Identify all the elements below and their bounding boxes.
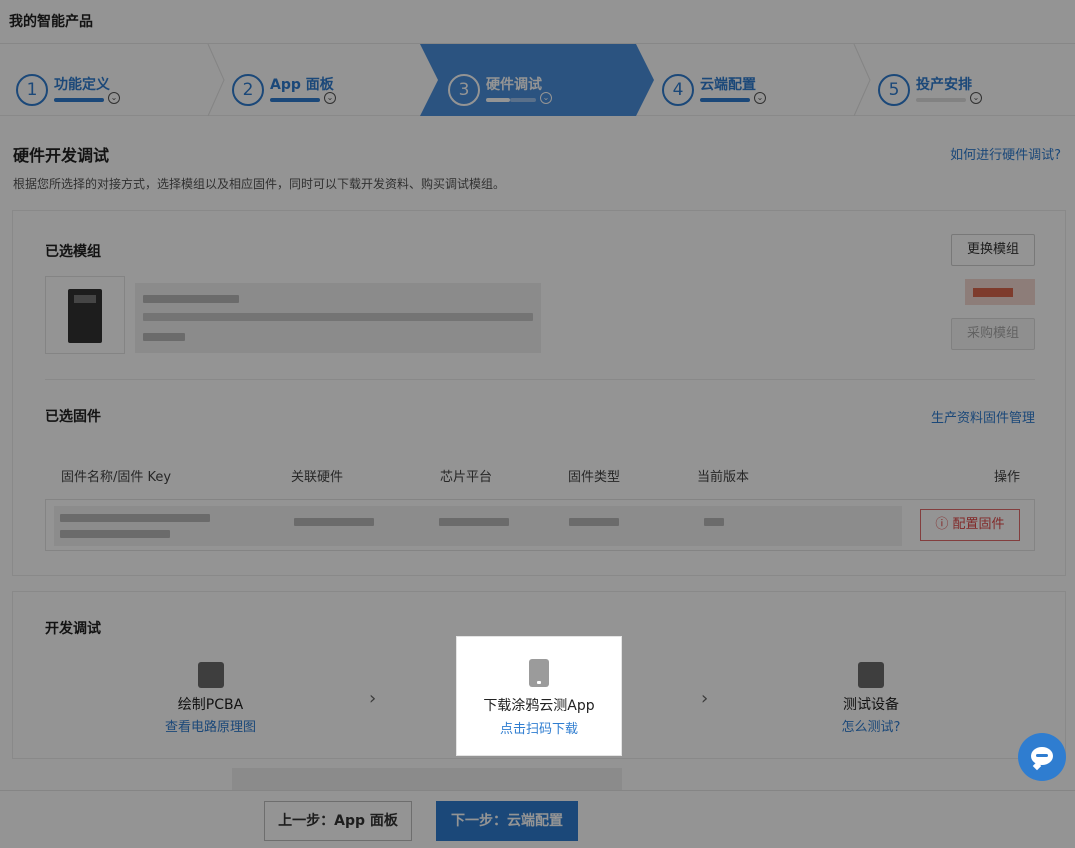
step-progress-bar [700, 98, 750, 102]
step-number: 4 [662, 74, 694, 106]
step-label: 云端配置 [700, 77, 756, 93]
dev-debug-heading: 开发调试 [45, 621, 101, 637]
firmware-manage-link[interactable]: 生产资料固件管理 [931, 407, 1035, 426]
step-5[interactable]: 5 投产安排 ⌄ [862, 44, 1062, 116]
selected-module-heading: 已选模组 [45, 244, 101, 260]
step-label: 功能定义 [54, 77, 110, 93]
chevron-down-icon[interactable]: ⌄ [754, 92, 766, 104]
top-bar: 我的智能产品 [0, 0, 1075, 44]
redacted-tooltip [232, 768, 622, 790]
step-1[interactable]: 1 功能定义 ⌄ [0, 44, 210, 116]
circuit-board-icon [197, 662, 224, 688]
tool-title: 下载涂鸦云测App [483, 698, 595, 714]
table-row: ⓘ 配置固件 [45, 499, 1035, 551]
step-number: 2 [232, 74, 264, 106]
step-label: App 面板 [270, 77, 334, 93]
change-module-button[interactable]: 更换模组 [951, 234, 1035, 266]
redacted-text [704, 518, 724, 526]
step-label: 投产安排 [916, 77, 972, 93]
configure-firmware-button[interactable]: ⓘ 配置固件 [920, 509, 1020, 541]
column-header: 关联硬件 [291, 470, 344, 485]
section-title: 硬件开发调试 [13, 146, 110, 165]
column-header: 芯片平台 [440, 470, 493, 485]
chevron-right-icon: › [701, 688, 709, 709]
tool-pcba: 绘制PCBA 查看电路原理图 [153, 662, 268, 735]
chat-support-button[interactable] [1018, 733, 1066, 781]
scan-download-link[interactable]: 点击扫码下载 [457, 718, 621, 737]
redacted-text [439, 518, 509, 526]
column-header: 固件名称/固件 Key [61, 470, 172, 485]
step-progress-bar [270, 98, 320, 102]
redacted-text [143, 295, 239, 303]
redacted-text [60, 530, 170, 538]
tool-title: 绘制PCBA [177, 697, 244, 713]
previous-step-button[interactable]: 上一步：App 面板 [264, 801, 412, 841]
step-number: 1 [16, 74, 48, 106]
page-title: 我的智能产品 [9, 14, 93, 30]
price-redacted [965, 279, 1035, 305]
page: 我的智能产品 1 功能定义 ⌄ 2 App 面板 ⌄ 3 硬件调试 ⌄ 4 云端… [0, 0, 1075, 848]
footer-bar: 上一步：App 面板 下一步：云端配置 [0, 790, 1075, 848]
step-number: 5 [878, 74, 910, 106]
selected-firmware-heading: 已选固件 [45, 409, 101, 425]
chevron-down-icon[interactable]: ⌄ [540, 92, 552, 104]
chevron-down-icon[interactable]: ⌄ [970, 92, 982, 104]
schematic-link[interactable]: 查看电路原理图 [153, 716, 268, 735]
download-app-highlight[interactable]: 下载涂鸦云测App 点击扫码下载 [456, 636, 622, 756]
module-info-redacted [135, 283, 541, 353]
step-progress-bar [486, 98, 510, 102]
chip-icon [68, 289, 102, 343]
column-header: 当前版本 [697, 470, 750, 485]
stepper: 1 功能定义 ⌄ 2 App 面板 ⌄ 3 硬件调试 ⌄ 4 云端配置 ⌄ 5 … [0, 43, 1075, 117]
next-step-button[interactable]: 下一步：云端配置 [436, 801, 578, 841]
chevron-down-icon[interactable]: ⌄ [324, 92, 336, 104]
column-header: 操作 [994, 470, 1021, 485]
how-to-test-link[interactable]: 怎么测试? [819, 716, 923, 735]
help-link[interactable]: 如何进行硬件调试? [950, 144, 1061, 163]
step-3[interactable]: 3 硬件调试 ⌄ [420, 44, 654, 116]
tool-test-device: 测试设备 怎么测试? [819, 662, 923, 735]
redacted-text [143, 333, 185, 341]
step-2[interactable]: 2 App 面板 ⌄ [216, 44, 416, 116]
step-progress-remaining [510, 98, 536, 102]
phone-icon [529, 659, 549, 687]
checklist-icon [858, 662, 884, 688]
section-description: 根据您所选择的对接方式，选择模组以及相应固件，同时可以下载开发资料、购买调试模组… [13, 177, 506, 191]
chat-bubble-icon [1031, 747, 1053, 765]
redacted-text [60, 514, 210, 522]
buy-module-button[interactable]: 采购模组 [951, 318, 1035, 350]
module-firmware-card: 已选模组 更换模组 采购模组 已选固件 生产资料固件管理 固件名称/固件 Key… [12, 210, 1066, 576]
firmware-row-redacted [54, 506, 902, 546]
step-label: 硬件调试 [486, 77, 542, 93]
divider [45, 379, 1035, 380]
chevron-right-icon: › [369, 688, 377, 709]
module-image [45, 276, 125, 354]
column-header: 固件类型 [568, 470, 621, 485]
redacted-text [143, 313, 533, 321]
chevron-down-icon[interactable]: ⌄ [108, 92, 120, 104]
tool-title: 测试设备 [843, 697, 899, 713]
step-number: 3 [448, 74, 480, 106]
redacted-text [294, 518, 374, 526]
step-progress-bar [54, 98, 104, 102]
redacted-text [569, 518, 619, 526]
step-4[interactable]: 4 云端配置 ⌄ [646, 44, 856, 116]
step-progress-bar [916, 98, 966, 102]
